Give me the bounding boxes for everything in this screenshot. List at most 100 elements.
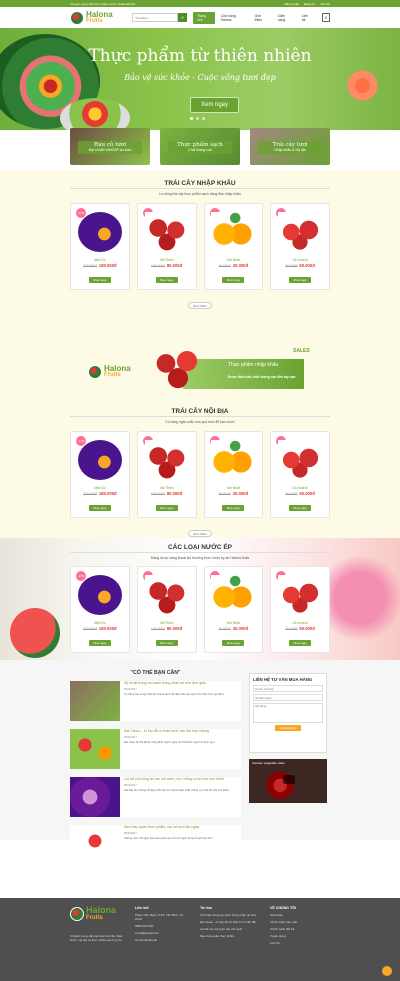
search-input[interactable]: [132, 13, 179, 22]
category-clean-food[interactable]: Thực phẩm sạch Chất lượng cao: [160, 128, 240, 165]
view-more-button[interactable]: Xem thêm: [188, 302, 212, 309]
buy-button[interactable]: Mua ngay: [155, 640, 178, 646]
view-more-button[interactable]: Xem thêm: [188, 530, 212, 537]
buy-button[interactable]: Mua ngay: [88, 505, 111, 511]
product-card[interactable]: -50%Mơ Nhật60.000đ30.000đMua ngay: [203, 431, 264, 518]
product-name[interactable]: Mận Úc: [71, 621, 129, 625]
logo[interactable]: Halona Fruits: [70, 10, 126, 25]
product-name[interactable]: Cà chua bi: [271, 486, 329, 490]
buy-button[interactable]: Mua ngay: [155, 505, 178, 511]
product-image[interactable]: [278, 575, 323, 615]
post-title[interactable]: Eat Clean – bí kíp để có thân hình cân đ…: [124, 729, 215, 734]
product-image[interactable]: [77, 440, 122, 480]
product-name[interactable]: Mơ Nhật: [205, 486, 263, 490]
footer-link[interactable]: Chính sách bảo mật: [270, 920, 330, 924]
product-card[interactable]: -33%Vải Thiều120.000đ80.000đMua ngay: [136, 203, 197, 290]
product-card[interactable]: -25%Cà chua bi80.000đ60.000đMua ngay: [270, 566, 330, 653]
blog-post[interactable]: Mẹo bảo quản thực phẩm, rau củ tươi lâu …: [70, 825, 241, 865]
cart-button[interactable]: 0: [321, 13, 330, 22]
footer-facebook[interactable]: fb.com/facebook: [135, 938, 190, 942]
post-thumbnail[interactable]: [70, 729, 120, 769]
footer-news-item[interactable]: Kỹ thuật trồng rau sạch trong chậu tại n…: [200, 913, 260, 917]
product-card[interactable]: -17% Mận Úc 220.000đ 180.000đ Mua ngay: [70, 203, 130, 290]
phone-field[interactable]: [253, 694, 323, 701]
scroll-top-button[interactable]: [382, 966, 392, 976]
product-card[interactable]: -50%Mơ Nhật60.000đ30.000đMua ngay: [203, 203, 264, 290]
category-vegetables[interactable]: Rau củ tươi Đạt chuẩn VietGAP an toàn: [70, 128, 150, 165]
buy-button[interactable]: Mua ngay: [222, 640, 245, 646]
buy-button[interactable]: Mua ngay: [289, 505, 312, 511]
blog-post[interactable]: Lời kể cúc từng ăn rau cải xanh, tím, tr…: [70, 777, 241, 817]
post-title[interactable]: Mẹo bảo quản thực phẩm, rau củ tươi lâu …: [124, 825, 213, 830]
product-image[interactable]: [77, 575, 122, 615]
nav-about[interactable]: Giới thiệu: [251, 12, 272, 24]
product-image[interactable]: [144, 212, 189, 252]
product-card[interactable]: -17% Mận Úc 220.000đ 180.000đ Mua ngay: [70, 566, 130, 653]
product-card[interactable]: -25%Cà chua bi80.000đ60.000đMua ngay: [270, 203, 330, 290]
promo-banner[interactable]: Halona Fruits Thực phẩm nhập khẩu Được đả…: [88, 345, 310, 391]
footer-link[interactable]: Chính sách đổi trả: [270, 927, 330, 931]
product-image[interactable]: [278, 440, 323, 480]
name-field[interactable]: [253, 685, 323, 692]
product-card[interactable]: -17% Mận Úc 220.000đ 180.000đ Mua ngay: [70, 431, 130, 518]
contact-link[interactable]: Liên hệ: [320, 2, 330, 6]
buy-button[interactable]: Mua ngay: [222, 505, 245, 511]
submit-button[interactable]: Gửi thông tin: [275, 725, 301, 731]
footer-news-item[interactable]: Mẹo bảo quản thực phẩm: [200, 934, 260, 938]
post-thumbnail[interactable]: [70, 681, 120, 721]
nav-guide[interactable]: Cẩm nang: [274, 12, 296, 24]
blog-post[interactable]: Kỹ thuật trồng rau sạch trong chậu tại n…: [70, 681, 241, 721]
footer-email[interactable]: email@gmail.com: [135, 931, 190, 935]
footer-link[interactable]: Liên hệ: [270, 941, 330, 945]
slider-dot[interactable]: [190, 117, 193, 120]
product-name[interactable]: Cà chua bi: [271, 621, 329, 625]
product-image[interactable]: [77, 212, 122, 252]
message-field[interactable]: [253, 703, 323, 723]
nav-home[interactable]: Trang chủ: [193, 11, 215, 24]
footer-news-item[interactable]: Eat Clean – bí kíp để có thân hình cân đ…: [200, 920, 260, 924]
buy-button[interactable]: Mua ngay: [289, 640, 312, 646]
play-icon[interactable]: [283, 775, 295, 784]
login-link[interactable]: Đăng nhập: [284, 2, 299, 6]
product-name[interactable]: Cà chua bi: [271, 258, 329, 262]
product-name[interactable]: Mận Úc: [71, 486, 129, 490]
product-image[interactable]: [144, 575, 189, 615]
product-card[interactable]: -25%Cà chua bi80.000đ60.000đMua ngay: [270, 431, 330, 518]
product-name[interactable]: Vải Thiều: [138, 621, 196, 625]
product-image[interactable]: [211, 440, 256, 480]
product-card[interactable]: -33%Vải Thiều120.000đ80.000đMua ngay: [136, 566, 197, 653]
nav-shop[interactable]: Cửa hàng Halona: [217, 12, 249, 24]
buy-button[interactable]: Mua ngay: [222, 277, 245, 283]
product-image[interactable]: [144, 440, 189, 480]
slider-dot[interactable]: [202, 117, 205, 120]
product-name[interactable]: Vải Thiều: [138, 486, 196, 490]
video-player[interactable]: Vietnam vegetable video: [249, 759, 327, 803]
product-name[interactable]: Vải Thiều: [138, 258, 196, 262]
buy-button[interactable]: Mua ngay: [88, 277, 111, 283]
product-name[interactable]: Mơ Nhật: [205, 621, 263, 625]
product-card[interactable]: -33%Vải Thiều120.000đ80.000đMua ngay: [136, 431, 197, 518]
product-image[interactable]: [278, 212, 323, 252]
nav-contact[interactable]: Liên hệ: [298, 12, 316, 24]
search-button[interactable]: ⌕: [178, 13, 188, 22]
buy-button[interactable]: Mua ngay: [155, 277, 178, 283]
slider-dot[interactable]: [196, 117, 199, 120]
blog-post[interactable]: Eat Clean – bí kíp để có thân hình cân đ…: [70, 729, 241, 769]
buy-button[interactable]: Mua ngay: [88, 640, 111, 646]
product-image[interactable]: [211, 212, 256, 252]
footer-news-item[interactable]: Lời kể cúc từng ăn rau cải xanh: [200, 927, 260, 931]
post-thumbnail[interactable]: [70, 777, 120, 817]
product-name[interactable]: Mận Úc: [71, 258, 129, 262]
post-title[interactable]: Kỹ thuật trồng rau sạch trong chậu tại n…: [124, 681, 224, 686]
footer-logo[interactable]: Halona Fruits: [70, 906, 130, 922]
product-name[interactable]: Mơ Nhật: [205, 258, 263, 262]
footer-phone[interactable]: 0986.000.000: [135, 924, 190, 928]
hero-cta-button[interactable]: Xem ngay: [190, 97, 239, 113]
product-image[interactable]: [211, 575, 256, 615]
footer-link[interactable]: Giới thiệu: [270, 913, 330, 917]
post-thumbnail[interactable]: [70, 825, 120, 865]
footer-link[interactable]: Tuyển dụng: [270, 934, 330, 938]
post-title[interactable]: Lời kể cúc từng ăn rau cải xanh, tím, tr…: [124, 777, 230, 782]
category-fruits[interactable]: Trái cây tươi Nhập khẩu & nội địa: [250, 128, 330, 165]
product-card[interactable]: -50%Mơ Nhật60.000đ30.000đMua ngay: [203, 566, 264, 653]
